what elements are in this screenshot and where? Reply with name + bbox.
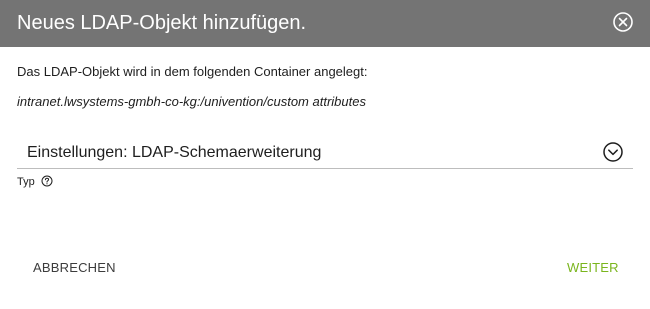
cancel-button[interactable]: ABBRECHEN xyxy=(17,253,132,283)
container-path: intranet.lwsystems-gmbh-co-kg:/univentio… xyxy=(17,94,366,109)
container-label: Das LDAP-Objekt wird in dem folgenden Co… xyxy=(17,64,368,79)
help-icon[interactable] xyxy=(41,175,53,187)
type-field-label: Typ xyxy=(17,176,35,188)
next-button[interactable]: WEITER xyxy=(551,253,635,283)
type-select-value: Einstellungen: LDAP-Schemaerweiterung xyxy=(27,144,322,161)
dialog-title: Neues LDAP-Objekt hinzufügen. xyxy=(17,12,307,34)
dialog-titlebar: Neues LDAP-Objekt hinzufügen. xyxy=(0,0,650,47)
type-select[interactable]: Einstellungen: LDAP-Schemaerweiterung xyxy=(17,138,633,169)
chevron-down-icon[interactable] xyxy=(602,141,624,163)
add-ldap-object-dialog: Neues LDAP-Objekt hinzufügen. Das LDAP-O… xyxy=(0,0,650,309)
close-icon[interactable] xyxy=(612,11,634,33)
